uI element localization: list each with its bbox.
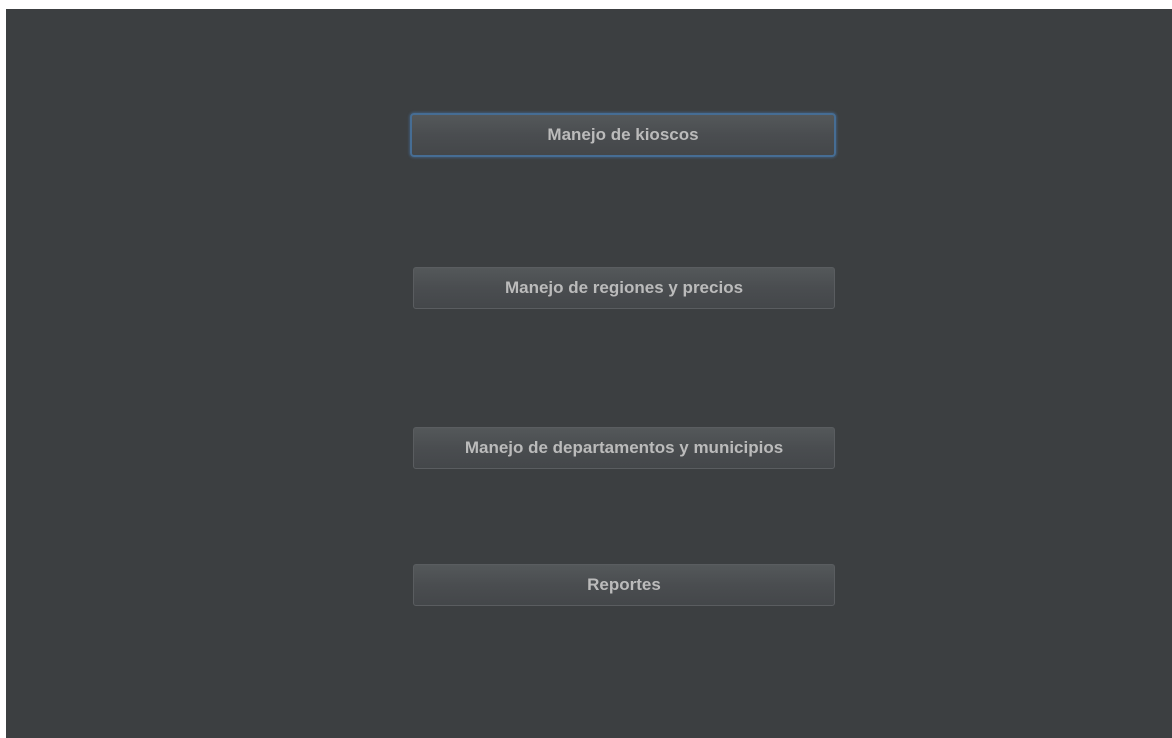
manage-regions-prices-button[interactable]: Manejo de regiones y precios bbox=[413, 267, 835, 309]
manage-kiosks-button[interactable]: Manejo de kioscos bbox=[410, 113, 836, 157]
manage-departments-municipalities-button[interactable]: Manejo de departamentos y municipios bbox=[413, 427, 835, 469]
reports-button[interactable]: Reportes bbox=[413, 564, 835, 606]
main-panel: Manejo de kioscos Manejo de regiones y p… bbox=[6, 9, 1172, 738]
